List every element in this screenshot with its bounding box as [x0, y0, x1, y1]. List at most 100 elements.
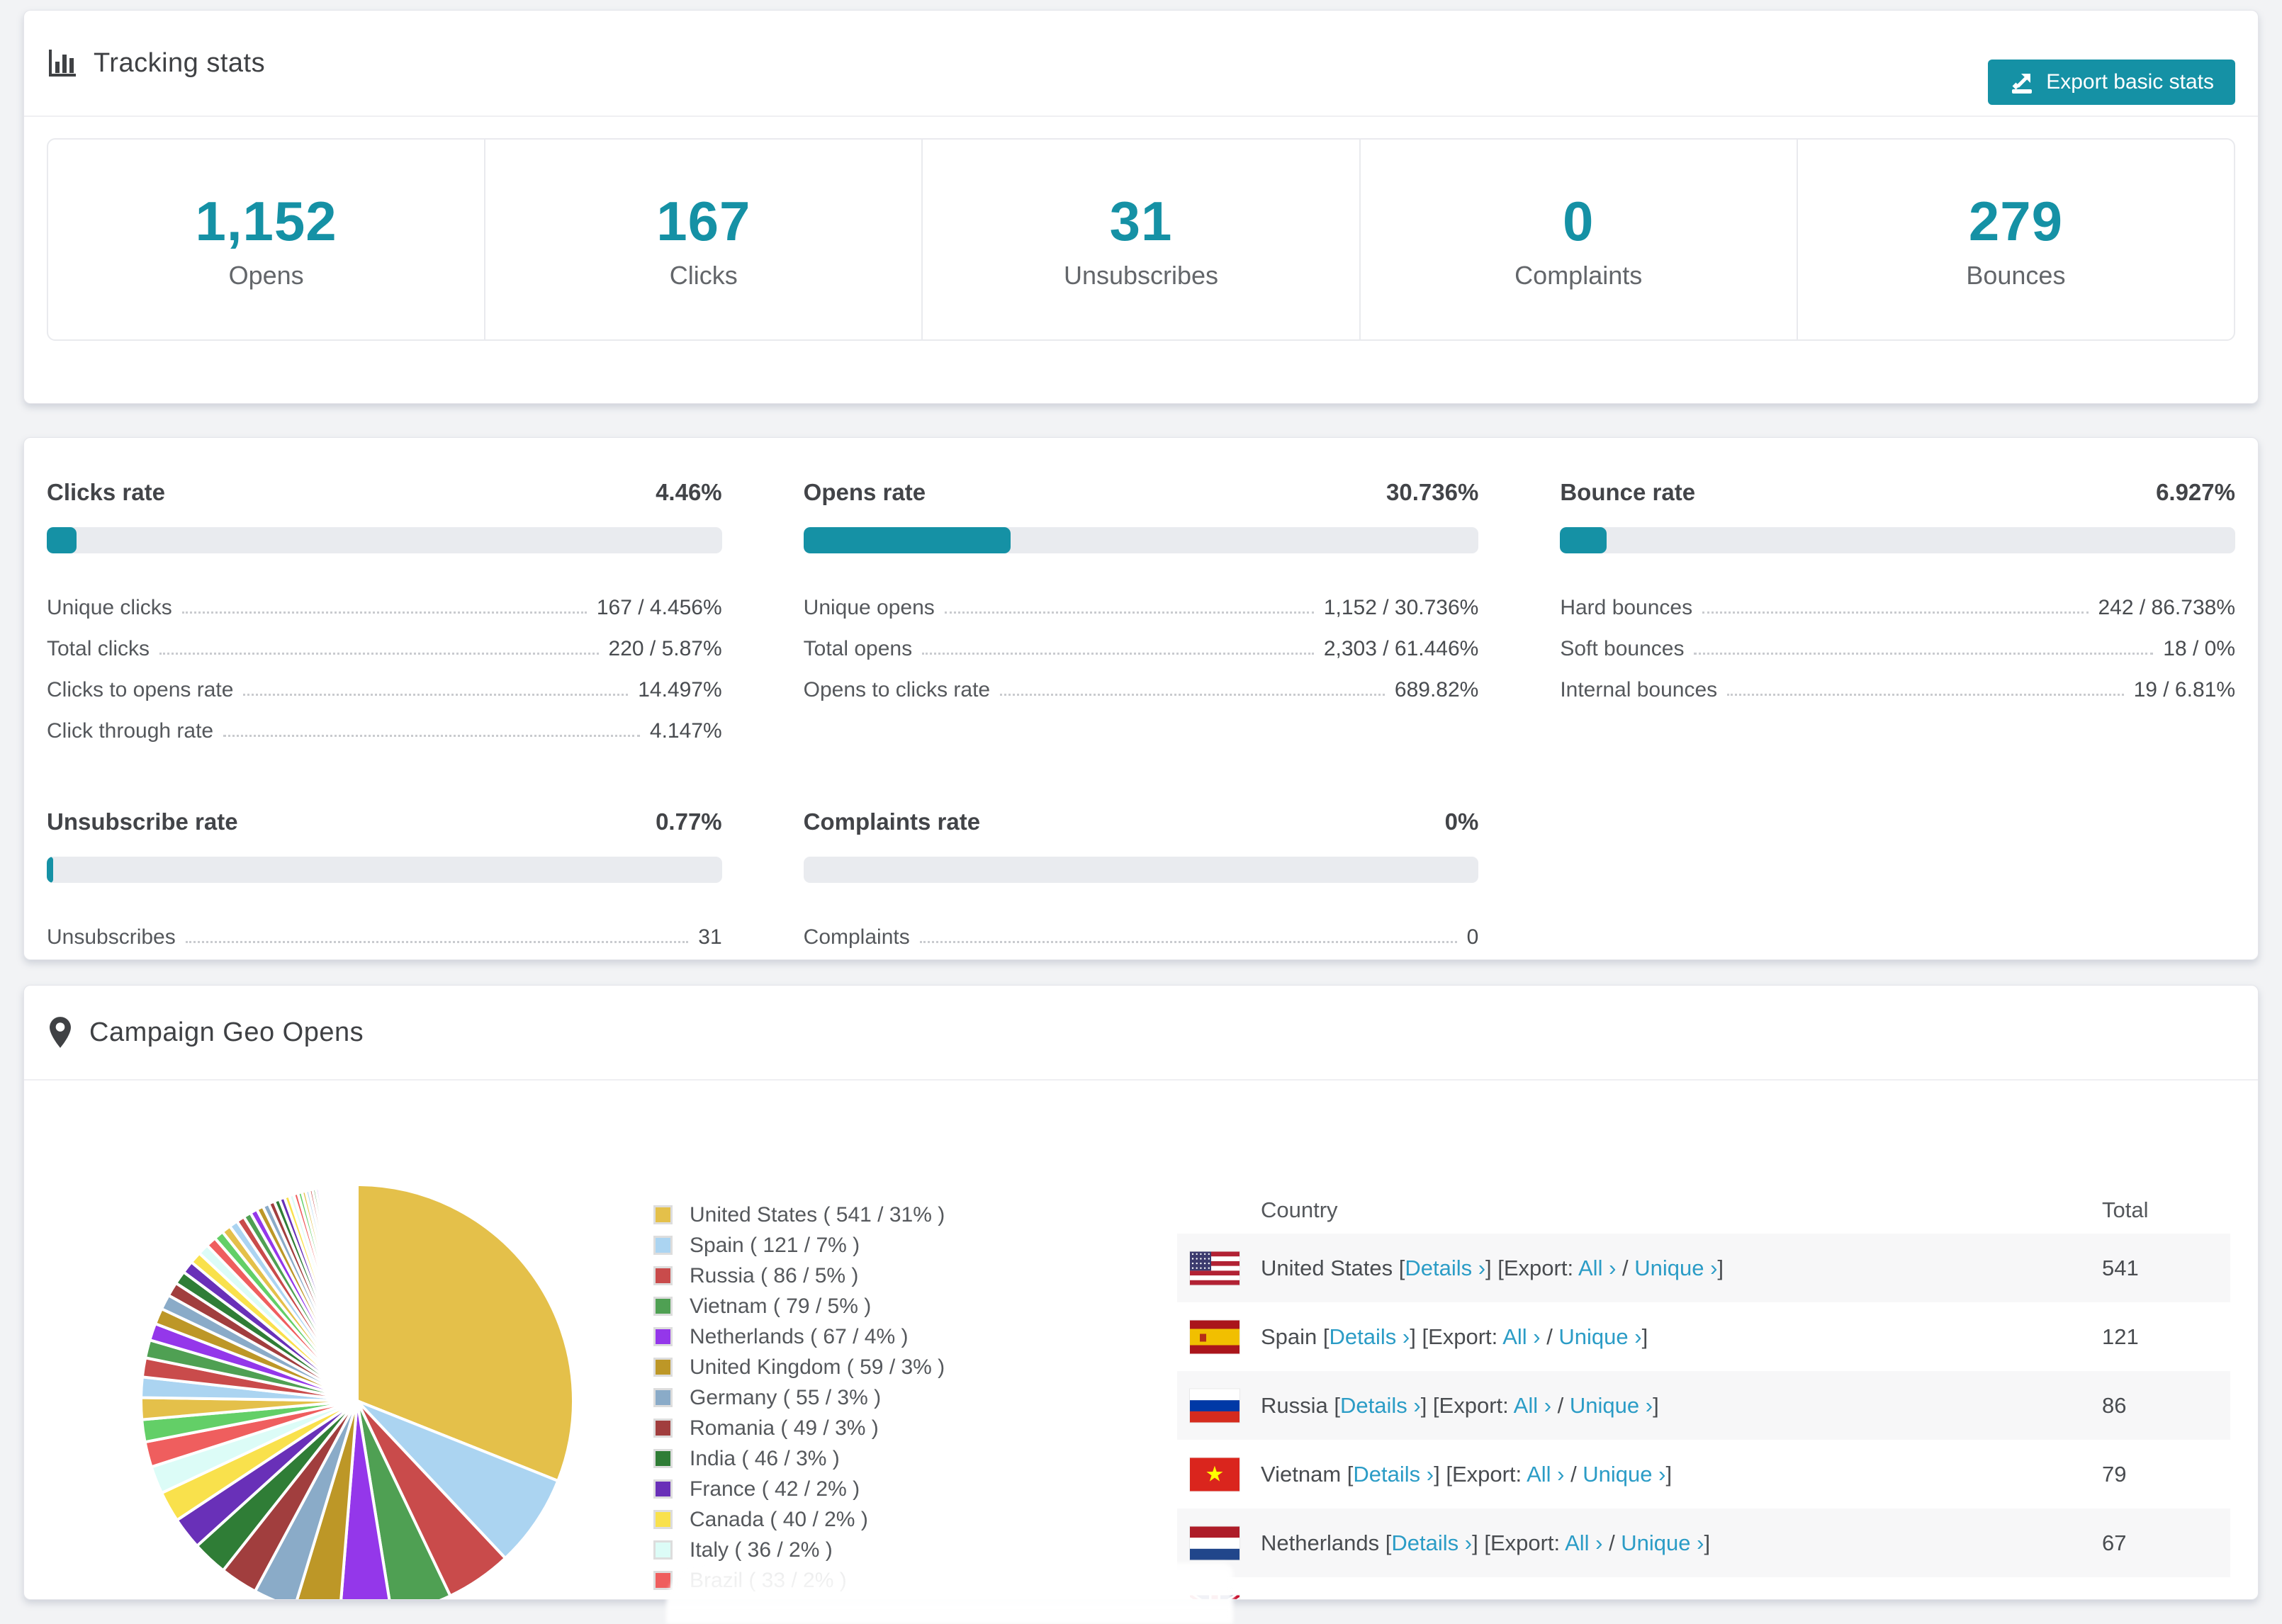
bracket: ] [Export: — [1434, 1461, 1527, 1487]
bottom-white-overlay — [666, 1563, 1233, 1624]
tracking-stats-header: Tracking stats Export basic stats — [24, 11, 2258, 117]
rate-row-value: 31 — [698, 925, 722, 949]
total-cell: 541 — [2102, 1255, 2139, 1280]
details-link[interactable]: Details › — [1330, 1324, 1410, 1349]
bracket: [ — [1322, 1324, 1330, 1349]
export-all-link[interactable]: All › — [1514, 1393, 1551, 1418]
table-row-nl: Netherlands [Details ›] [Export: All › /… — [1177, 1509, 2230, 1577]
table-row-ru: Russia [Details ›] [Export: All › / Uniq… — [1177, 1371, 2230, 1440]
legend-item-italy[interactable]: Italy ( 36 / 2% ) — [653, 1535, 945, 1565]
legend-item-france[interactable]: France ( 42 / 2% ) — [653, 1474, 945, 1504]
export-all-link[interactable]: All › — [1502, 1324, 1540, 1349]
rate-row: Complaints 0 — [804, 908, 1479, 949]
legend-swatch — [653, 1205, 673, 1224]
rate-row-value: 1,152 / 30.736% — [1323, 596, 1479, 619]
country-cell: United States [Details ›] [Export: All ›… — [1261, 1256, 1724, 1281]
summary-value: 0 — [1563, 189, 1595, 252]
bracket: ] — [1742, 1599, 1748, 1600]
export-icon — [2012, 74, 2033, 94]
country-name: Vietnam — [1261, 1461, 1347, 1487]
export-unique-link[interactable]: Unique › — [1558, 1324, 1641, 1349]
rate-row-value: 0 — [1466, 925, 1479, 949]
rate-row-value: 4.147% — [649, 719, 722, 743]
export-all-link[interactable]: All › — [1565, 1530, 1602, 1555]
summary-label: Unsubscribes — [1063, 260, 1219, 290]
export-unique-link[interactable]: Unique › — [1621, 1530, 1704, 1555]
legend-label: Italy ( 36 / 2% ) — [690, 1538, 833, 1562]
export-all-link[interactable]: All › — [1602, 1599, 1640, 1600]
export-basic-stats-button[interactable]: Export basic stats — [1988, 60, 2235, 105]
legend-item-canada[interactable]: Canada ( 40 / 2% ) — [653, 1504, 945, 1535]
bracket: ] — [1717, 1255, 1724, 1280]
legend-item-india[interactable]: India ( 46 / 3% ) — [653, 1443, 945, 1474]
legend-item-russia[interactable]: Russia ( 86 / 5% ) — [653, 1261, 945, 1291]
details-link[interactable]: Details › — [1391, 1530, 1472, 1555]
total-column-header: Total — [2102, 1197, 2149, 1222]
dotted-leader — [243, 694, 629, 696]
rate-block: Opens rate 30.736% Unique opens 1,152 / 30.… — [803, 479, 1479, 743]
tracking-stats-card: Tracking stats Export basic stats 1,152 O… — [23, 10, 2259, 404]
rate-header: Complaints rate 0% — [804, 808, 1479, 835]
rate-row: Click through rate 4.147% — [47, 702, 722, 743]
legend-item-united-states[interactable]: United States ( 541 / 31% ) — [653, 1200, 945, 1230]
rate-row-label: Internal bounces — [1560, 678, 1718, 701]
rate-row-label: Total opens — [803, 637, 913, 660]
rate-value: 30.736% — [1386, 479, 1479, 505]
legend-label: Russia ( 86 / 5% ) — [690, 1263, 859, 1287]
pie-slice-small[interactable] — [355, 1183, 359, 1402]
legend-item-united-kingdom[interactable]: United Kingdom ( 59 / 3% ) — [653, 1352, 945, 1382]
summary-value: 167 — [656, 189, 751, 252]
rate-row-value: 2,303 / 61.446% — [1323, 637, 1479, 660]
details-link[interactable]: Details › — [1405, 1256, 1485, 1280]
legend-item-netherlands[interactable]: Netherlands ( 67 / 4% ) — [653, 1321, 945, 1352]
legend-item-spain[interactable]: Spain ( 121 / 7% ) — [653, 1230, 945, 1261]
ru-flag-icon — [1190, 1389, 1240, 1422]
details-link[interactable]: Details › — [1340, 1393, 1421, 1418]
export-unique-link[interactable]: Unique › — [1634, 1256, 1717, 1280]
rate-progress-bar — [803, 527, 1479, 553]
export-unique-link[interactable]: Unique › — [1659, 1599, 1742, 1600]
legend-label: United States ( 541 / 31% ) — [690, 1202, 945, 1227]
export-unique-link[interactable]: Unique › — [1570, 1393, 1653, 1418]
legend-label: Romania ( 49 / 3% ) — [690, 1416, 879, 1440]
legend-label: France ( 42 / 2% ) — [690, 1477, 860, 1501]
summary-value: 1,152 — [195, 189, 337, 252]
dotted-leader — [185, 941, 689, 943]
slash: / — [1551, 1392, 1570, 1418]
summary-card: 1,152 Opens — [48, 140, 486, 339]
rate-rows: Unsubscribes 31 — [47, 908, 722, 949]
legend-label: Spain ( 121 / 7% ) — [690, 1233, 860, 1257]
bracket: [ — [1334, 1392, 1340, 1418]
geo-title: Campaign Geo Opens — [47, 1016, 364, 1049]
rate-row: Hard bounces 242 / 86.738% — [1560, 579, 2235, 620]
rate-row-label: Unique clicks — [47, 596, 172, 619]
bracket: ] — [1641, 1324, 1648, 1349]
slash: / — [1540, 1324, 1559, 1349]
rate-row-value: 220 / 5.87% — [608, 637, 722, 660]
export-unique-link[interactable]: Unique › — [1583, 1462, 1665, 1487]
geo-table-header: Country Total — [1177, 1187, 2230, 1234]
vn-flag-icon: ★ — [1190, 1457, 1240, 1491]
export-all-link[interactable]: All › — [1527, 1462, 1564, 1487]
legend-item-romania[interactable]: Romania ( 49 / 3% ) — [653, 1413, 945, 1443]
legend-item-germany[interactable]: Germany ( 55 / 3% ) — [653, 1382, 945, 1413]
details-link[interactable]: Details › — [1429, 1599, 1510, 1600]
details-link[interactable]: Details › — [1353, 1462, 1434, 1487]
dotted-leader — [944, 611, 1314, 614]
campaign-geo-opens-card: Campaign Geo Opens United States ( 541 /… — [23, 985, 2259, 1600]
export-all-link[interactable]: All › — [1578, 1256, 1616, 1280]
rate-row-label: Click through rate — [47, 719, 214, 743]
table-row-gb: United Kingdom [Details ›] [Export: All … — [1177, 1577, 2230, 1600]
rate-rows: Hard bounces 242 / 86.738% Soft bounces 18 … — [1560, 579, 2235, 702]
rate-progress-bar — [1560, 527, 2235, 553]
country-name: Russia — [1261, 1392, 1334, 1418]
geo-content: United States ( 541 / 31% ) Spain ( 121 /… — [24, 1081, 2258, 1599]
table-row-us: United States [Details ›] [Export: All ›… — [1177, 1234, 2230, 1302]
total-cell: 59 — [2102, 1599, 2126, 1600]
rate-row: Total opens 2,303 / 61.446% — [804, 620, 1479, 661]
geo-table: Country Total United States [Details ›] … — [1177, 1187, 2230, 1600]
legend-label: Canada ( 40 / 2% ) — [690, 1507, 868, 1531]
geo-opens-pie-chart[interactable] — [123, 1167, 591, 1600]
legend-item-vietnam[interactable]: Vietnam ( 79 / 5% ) — [653, 1291, 945, 1321]
svg-text:★: ★ — [1205, 1462, 1225, 1486]
